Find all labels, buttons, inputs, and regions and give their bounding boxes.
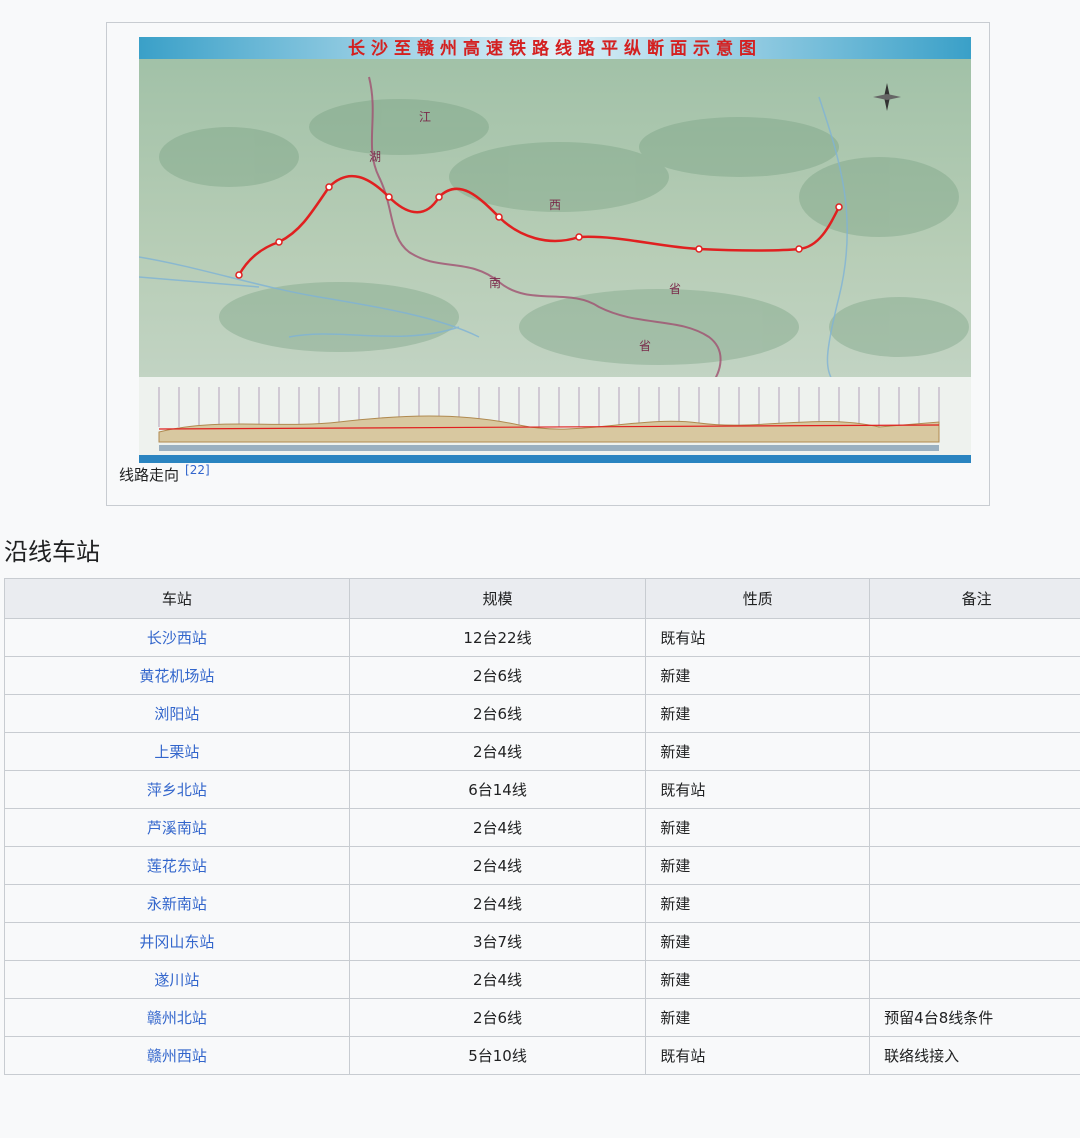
- station-note: [869, 694, 1080, 733]
- province-label: 湖: [369, 149, 381, 164]
- station-link[interactable]: 芦溪南站: [4, 808, 350, 847]
- table-row: 萍乡北站 6台14线 既有站: [4, 770, 1080, 809]
- station-type: 新建: [645, 998, 871, 1037]
- station-type: 新建: [645, 846, 871, 885]
- header-station: 车站: [4, 578, 350, 619]
- station-scale: 2台6线: [348, 998, 647, 1037]
- station-note: [869, 808, 1080, 847]
- province-label: 南: [489, 275, 501, 290]
- station-type: 新建: [645, 732, 871, 771]
- station-type: 新建: [645, 656, 871, 695]
- station-note: [869, 846, 1080, 885]
- station-scale: 2台4线: [348, 884, 647, 923]
- station-scale: 3台7线: [348, 922, 647, 961]
- station-note: [869, 618, 1080, 657]
- station-type: 新建: [645, 960, 871, 999]
- table-row: 遂川站 2台4线 新建: [4, 960, 1080, 999]
- station-scale: 2台4线: [348, 808, 647, 847]
- station-scale: 2台6线: [348, 656, 647, 695]
- header-scale: 规模: [348, 578, 647, 619]
- province-label: 江: [419, 110, 431, 124]
- province-label: 省: [669, 282, 681, 296]
- station-scale: 6台14线: [348, 770, 647, 809]
- station-note: [869, 656, 1080, 695]
- route-map-image[interactable]: 长沙至赣州高速铁路线路平纵断面示意图 江 湖 南 西 省 省: [139, 37, 971, 463]
- caption-text: 线路走向: [119, 466, 180, 484]
- station-note: 预留4台8线条件: [869, 998, 1080, 1037]
- table-row: 永新南站 2台4线 新建: [4, 884, 1080, 923]
- table-row: 浏阳站 2台6线 新建: [4, 694, 1080, 733]
- station-link[interactable]: 黄花机场站: [4, 656, 350, 695]
- table-header-row: 车站 规模 性质 备注: [4, 578, 1080, 619]
- station-link[interactable]: 遂川站: [4, 960, 350, 999]
- stations-table: 车站 规模 性质 备注 长沙西站 12台22线 既有站 黄花机场站 2台6线 新建 浏阳站 2…: [4, 578, 1080, 1075]
- table-row: 井冈山东站 3台7线 新建: [4, 922, 1080, 961]
- province-label: 西: [549, 198, 561, 212]
- table-row: 莲花东站 2台4线 新建: [4, 846, 1080, 885]
- province-label: 省: [639, 339, 651, 353]
- station-type: 新建: [645, 884, 871, 923]
- station-note: [869, 770, 1080, 809]
- station-type: 新建: [645, 922, 871, 961]
- station-scale: 2台4线: [348, 846, 647, 885]
- section-title: 沿线车站: [4, 538, 100, 566]
- table-row: 上栗站 2台4线 新建: [4, 732, 1080, 771]
- table-row: 长沙西站 12台22线 既有站: [4, 618, 1080, 657]
- station-link[interactable]: 井冈山东站: [4, 922, 350, 961]
- table-row: 芦溪南站 2台4线 新建: [4, 808, 1080, 847]
- table-body: 长沙西站 12台22线 既有站 黄花机场站 2台6线 新建 浏阳站 2台6线 新建 上栗站 2台4线…: [4, 618, 1080, 1075]
- station-scale: 2台4线: [348, 960, 647, 999]
- station-type: 新建: [645, 694, 871, 733]
- station-scale: 5台10线: [348, 1036, 647, 1075]
- station-link[interactable]: 赣州北站: [4, 998, 350, 1037]
- station-type: 既有站: [645, 770, 871, 809]
- station-scale: 2台4线: [348, 732, 647, 771]
- station-type: 既有站: [645, 618, 871, 657]
- station-link[interactable]: 长沙西站: [4, 618, 350, 657]
- map-title: 长沙至赣州高速铁路线路平纵断面示意图: [348, 38, 762, 59]
- figure-caption: 线路走向 [22]: [119, 463, 210, 485]
- table-row: 赣州北站 2台6线 新建 预留4台8线条件: [4, 998, 1080, 1037]
- header-note: 备注: [869, 578, 1080, 619]
- station-link[interactable]: 赣州西站: [4, 1036, 350, 1075]
- station-type: 新建: [645, 808, 871, 847]
- table-row: 赣州西站 5台10线 既有站 联络线接入: [4, 1036, 1080, 1075]
- reference-link[interactable]: [22]: [185, 463, 210, 477]
- header-type: 性质: [645, 578, 871, 619]
- station-scale: 12台22线: [348, 618, 647, 657]
- station-scale: 2台6线: [348, 694, 647, 733]
- station-link[interactable]: 莲花东站: [4, 846, 350, 885]
- station-note: [869, 960, 1080, 999]
- station-note: 联络线接入: [869, 1036, 1080, 1075]
- station-link[interactable]: 萍乡北站: [4, 770, 350, 809]
- station-link[interactable]: 永新南站: [4, 884, 350, 923]
- station-note: [869, 732, 1080, 771]
- table-row: 黄花机场站 2台6线 新建: [4, 656, 1080, 695]
- station-note: [869, 922, 1080, 961]
- station-link[interactable]: 上栗站: [4, 732, 350, 771]
- station-link[interactable]: 浏阳站: [4, 694, 350, 733]
- station-type: 既有站: [645, 1036, 871, 1075]
- map-figure: 长沙至赣州高速铁路线路平纵断面示意图 江 湖 南 西 省 省 线路走向 [22]: [106, 22, 990, 506]
- station-note: [869, 884, 1080, 923]
